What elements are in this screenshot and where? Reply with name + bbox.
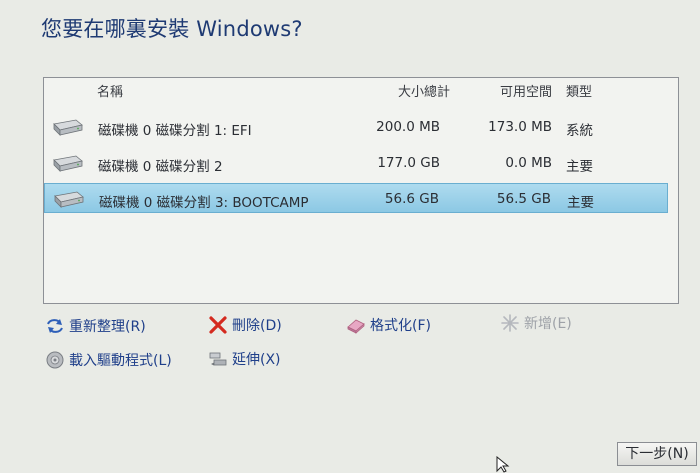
partition-row-2[interactable]: 磁碟機 0 磁碟分割 2 177.0 GB 0.0 MB 主要 bbox=[44, 148, 668, 178]
refresh-icon bbox=[47, 319, 63, 333]
cd-icon bbox=[46, 351, 64, 369]
partition-free: 56.5 GB bbox=[496, 191, 551, 207]
partition-row-1[interactable]: 磁碟機 0 磁碟分割 1: EFI 200.0 MB 173.0 MB 系統 bbox=[44, 112, 668, 142]
delete-icon bbox=[209, 316, 227, 334]
extend-icon bbox=[209, 352, 227, 366]
delete-label: 刪除(D) bbox=[232, 318, 282, 334]
refresh-button[interactable]: 重新整理(R) bbox=[45, 316, 146, 336]
load-driver-button[interactable]: 載入驅動程式(L) bbox=[45, 350, 172, 370]
page-title: 您要在哪裏安裝 Windows? bbox=[41, 17, 303, 41]
delete-button[interactable]: 刪除(D) bbox=[208, 315, 282, 335]
partition-size: 177.0 GB bbox=[377, 155, 440, 171]
column-free-header[interactable]: 可用空間 bbox=[500, 81, 552, 100]
partition-free: 173.0 MB bbox=[488, 119, 552, 135]
partition-name: 磁碟機 0 磁碟分割 3: BOOTCAMP bbox=[99, 195, 309, 211]
partition-size: 200.0 MB bbox=[376, 119, 440, 135]
sparkle-icon bbox=[501, 314, 519, 332]
new-button[interactable]: 新增(E) bbox=[500, 313, 572, 333]
column-name-header[interactable]: 名稱 bbox=[97, 81, 123, 100]
partition-name: 磁碟機 0 磁碟分割 1: EFI bbox=[98, 123, 252, 139]
partition-row-3[interactable]: 磁碟機 0 磁碟分割 3: BOOTCAMP 56.6 GB 56.5 GB 主… bbox=[44, 183, 668, 213]
refresh-label: 重新整理(R) bbox=[69, 319, 146, 335]
next-button[interactable]: 下一步(N) bbox=[617, 442, 697, 466]
partition-free: 0.0 MB bbox=[505, 155, 552, 171]
partition-name: 磁碟機 0 磁碟分割 2 bbox=[98, 159, 223, 175]
extend-button[interactable]: 延伸(X) bbox=[208, 349, 281, 369]
partition-type: 系統 bbox=[566, 123, 593, 139]
format-button[interactable]: 格式化(F) bbox=[346, 315, 431, 335]
hard-disk-icon bbox=[53, 119, 83, 136]
partition-type: 主要 bbox=[566, 159, 593, 175]
column-type-header[interactable]: 類型 bbox=[566, 81, 592, 100]
partition-list[interactable]: 名稱 大小總計 可用空間 類型 磁碟機 0 磁碟分割 1: EFI 200.0 … bbox=[43, 77, 679, 304]
partition-type: 主要 bbox=[567, 195, 594, 211]
load-driver-label: 載入驅動程式(L) bbox=[69, 353, 172, 369]
column-size-header[interactable]: 大小總計 bbox=[398, 81, 450, 100]
hard-disk-icon bbox=[53, 155, 83, 172]
list-header: 名稱 大小總計 可用空間 類型 bbox=[44, 81, 678, 105]
hard-disk-icon bbox=[54, 191, 84, 208]
new-label: 新增(E) bbox=[524, 316, 572, 332]
mouse-cursor-icon bbox=[496, 456, 510, 473]
extend-label: 延伸(X) bbox=[232, 352, 281, 368]
partition-size: 56.6 GB bbox=[384, 191, 439, 207]
format-label: 格式化(F) bbox=[370, 318, 431, 334]
eraser-icon bbox=[347, 319, 365, 334]
